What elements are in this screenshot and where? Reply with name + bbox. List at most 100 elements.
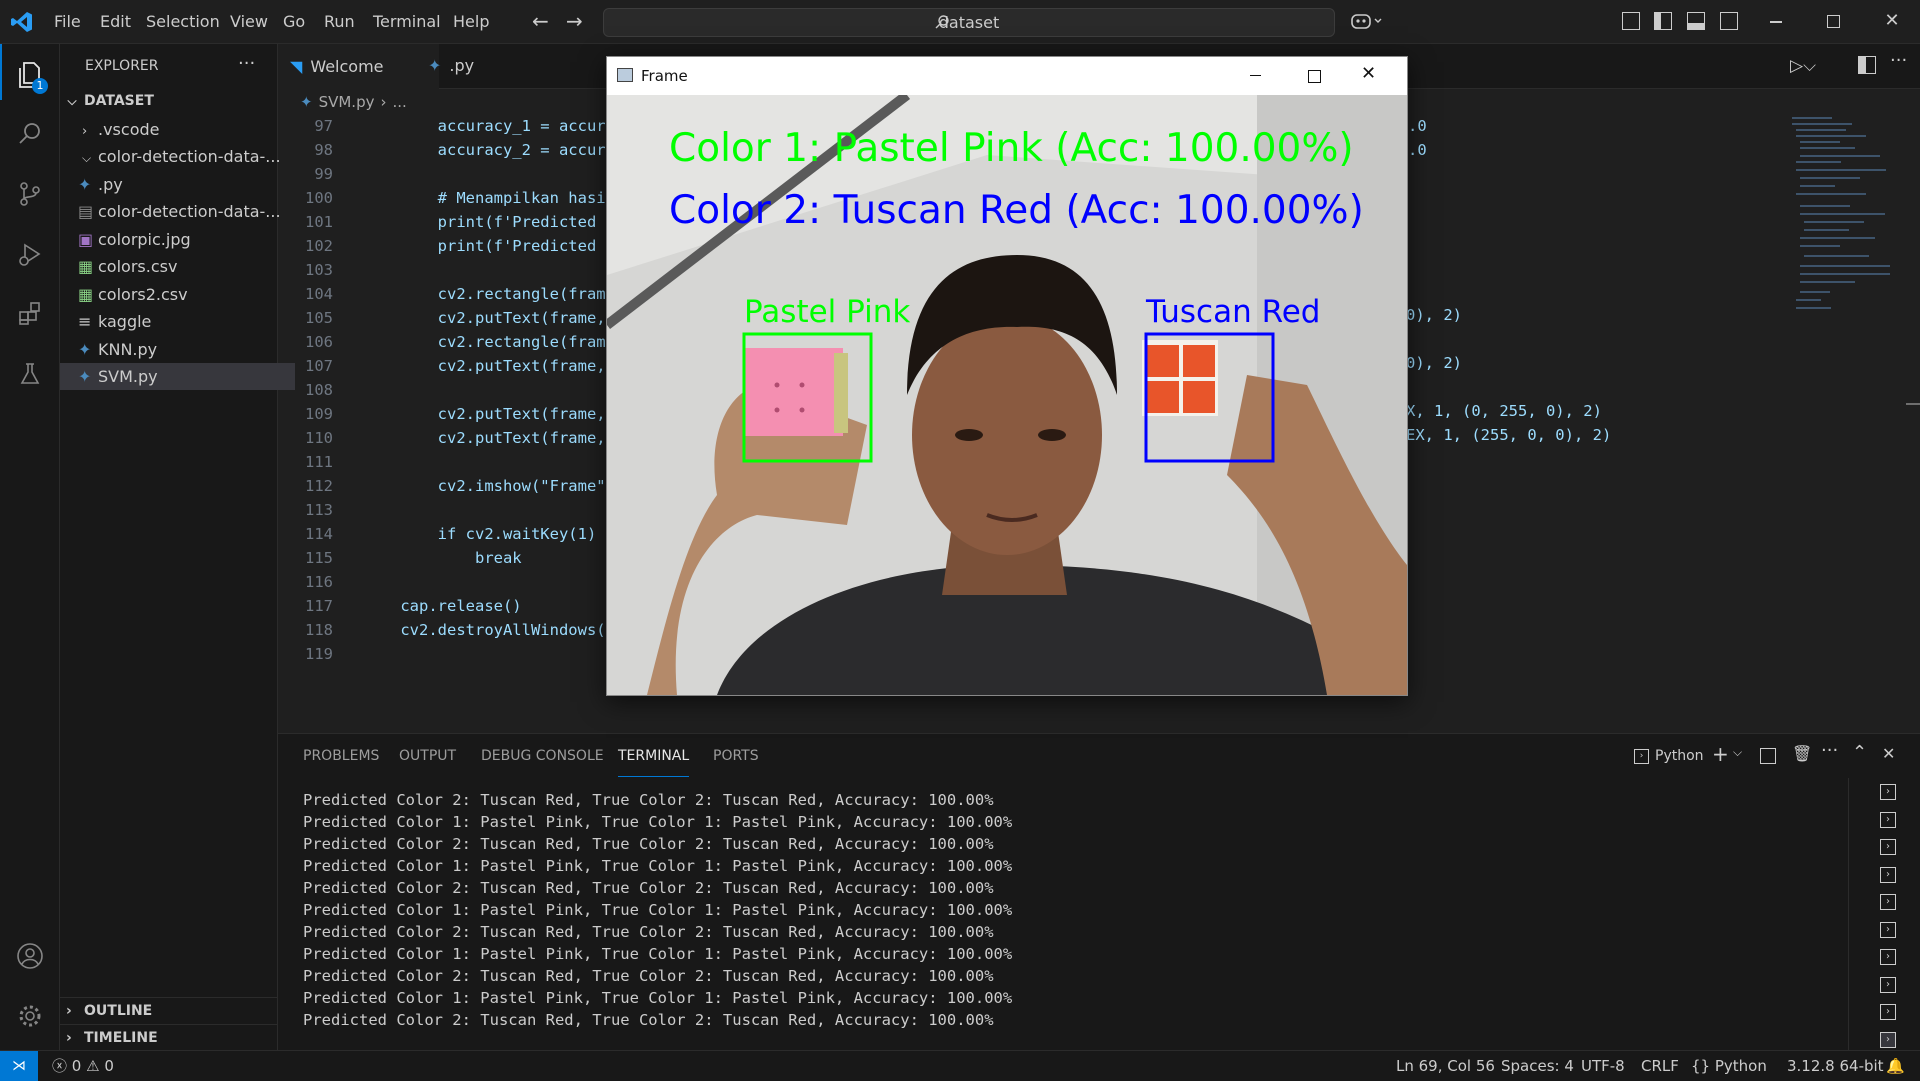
terminal-instance-icon[interactable]: › [1880, 976, 1896, 993]
more-actions-icon[interactable]: ··· [238, 44, 255, 88]
accounts-icon[interactable] [0, 928, 59, 984]
tree-item-colors-csv[interactable]: ▦ colors.csv [60, 253, 295, 280]
terminal-icon: › [1634, 748, 1649, 764]
menu-file[interactable]: File [46, 0, 89, 43]
terminal-instance-icon[interactable]: › [1880, 1004, 1896, 1020]
tab-py[interactable]: ✦ .py [416, 44, 570, 88]
minimize-icon[interactable] [1770, 21, 1782, 23]
breadcrumb-symbol[interactable]: ... [392, 93, 406, 111]
source-control-icon[interactable] [0, 166, 59, 222]
customize-layout-icon[interactable] [1622, 12, 1640, 30]
run-python-file-icon[interactable]: ▷⌵ [1790, 54, 1828, 78]
notifications-bell-icon[interactable]: 🔔 [1886, 1051, 1905, 1081]
forward-arrow-icon[interactable]: → [566, 10, 588, 32]
terminal-instance-icon[interactable]: › [1880, 894, 1896, 910]
line-number: 98 [314, 141, 333, 159]
menu-run[interactable]: Run [316, 0, 363, 43]
menu-edit[interactable]: Edit [92, 0, 139, 43]
tab-problems[interactable]: PROBLEMS [303, 734, 379, 778]
toggle-secondary-sidebar-icon[interactable] [1720, 12, 1738, 30]
trash-icon[interactable]: 🗑 [1792, 744, 1812, 763]
remote-indicator-icon[interactable]: ⋊ [0, 1051, 38, 1081]
overlay-text-color-1: Color 1: Pastel Pink (Acc: 100.00%) [669, 126, 1354, 171]
line-number: 111 [305, 453, 333, 471]
python-interpreter[interactable]: 3.12.8 64-bit [1787, 1051, 1884, 1081]
vscode-logo-icon: ◥ [290, 57, 303, 76]
close-window-icon[interactable]: ✕ [1882, 9, 1902, 33]
tab-ports[interactable]: PORTS [713, 734, 759, 778]
tab-terminal[interactable]: TERMINAL [618, 734, 690, 777]
frame-title-bar[interactable]: Frame ✕ [607, 57, 1407, 95]
terminal-shell-selector[interactable]: › Python [1634, 746, 1704, 766]
menu-help[interactable]: Help [445, 0, 497, 43]
tree-item-colorpic[interactable]: ▣ colorpic.jpg [60, 226, 295, 253]
indentation[interactable]: Spaces: 4 [1501, 1051, 1574, 1081]
command-center-search[interactable]: dataset [603, 8, 1335, 37]
extensions-icon[interactable] [0, 286, 59, 342]
cursor-position[interactable]: Ln 69, Col 56 [1396, 1051, 1495, 1081]
tree-item-kaggle[interactable]: ≡ kaggle [60, 308, 295, 335]
maximize-panel-icon[interactable]: ⌃ [1852, 742, 1867, 763]
line-number: 115 [305, 549, 333, 567]
terminal-instance-icon[interactable]: › [1880, 1031, 1896, 1048]
tree-item-folder[interactable]: ⌵ color-detection-data-... [60, 143, 299, 170]
maximize-icon[interactable] [1308, 70, 1321, 83]
minimize-icon[interactable] [1250, 75, 1261, 77]
tab-output[interactable]: OUTPUT [399, 734, 456, 778]
new-terminal-icon[interactable]: + [1712, 742, 1729, 766]
copilot-icon[interactable] [1350, 10, 1386, 32]
tab-welcome[interactable]: ◥ Welcome [278, 44, 439, 89]
terminal-instance-icon[interactable]: › [1880, 811, 1896, 828]
tree-item-svm[interactable]: ✦ SVM.py [60, 363, 295, 390]
search-view-icon[interactable] [0, 106, 59, 162]
problems-status[interactable]: ⓧ 0 ⚠ 0 [52, 1051, 114, 1081]
tree-item-py[interactable]: ✦ .py [60, 171, 295, 198]
tree-item-knn[interactable]: ✦ KNN.py [60, 336, 295, 363]
language-mode[interactable]: {} Python [1691, 1051, 1767, 1081]
close-icon[interactable]: ✕ [1361, 63, 1376, 84]
terminal-instance-icon[interactable]: › [1880, 784, 1896, 800]
code-fragment: .0 [1408, 117, 1427, 135]
terminal-line: Predicted Color 1: Pastel Pink, True Col… [303, 813, 1013, 831]
menu-go[interactable]: Go [275, 0, 313, 43]
explorer-icon[interactable]: 1 [0, 46, 59, 102]
tree-item-label: color-detection-data-... [98, 202, 281, 221]
close-panel-icon[interactable]: ✕ [1882, 744, 1895, 763]
terminal-instance-icon[interactable]: › [1880, 921, 1896, 938]
chevron-down-icon[interactable]: ⌵ [1733, 745, 1742, 760]
minimap[interactable] [1790, 115, 1900, 355]
tree-item-file[interactable]: ▤ color-detection-data-... [60, 198, 295, 225]
menu-terminal[interactable]: Terminal [365, 0, 449, 43]
toggle-panel-icon[interactable] [1687, 12, 1705, 30]
terminal-instance-icon[interactable]: › [1880, 839, 1896, 855]
split-editor-icon[interactable] [1858, 56, 1876, 74]
line-number: 101 [305, 213, 333, 231]
breadcrumb-file[interactable]: SVM.py [319, 93, 375, 111]
timeline-section[interactable]: › TIMELINE [60, 1025, 283, 1052]
menu-view[interactable]: View [222, 0, 276, 43]
more-actions-icon[interactable]: ··· [1821, 740, 1838, 761]
encoding[interactable]: UTF-8 [1581, 1051, 1625, 1081]
workspace-root[interactable]: ⌵ DATASET [60, 88, 277, 115]
terminal-line: Predicted Color 2: Tuscan Red, True Colo… [303, 923, 994, 941]
terminal-instance-icon[interactable]: › [1880, 949, 1896, 965]
line-ending[interactable]: CRLF [1641, 1051, 1679, 1081]
back-arrow-icon[interactable]: ← [532, 10, 554, 32]
testing-icon[interactable] [0, 346, 59, 402]
toggle-sidebar-icon[interactable] [1654, 12, 1672, 30]
restore-icon[interactable] [1827, 15, 1840, 28]
run-debug-icon[interactable] [0, 226, 59, 282]
tree-item-vscode[interactable]: › .vscode [60, 116, 299, 143]
text-file-icon: ≡ [78, 312, 92, 331]
split-terminal-icon[interactable] [1760, 748, 1776, 764]
terminal-instance-icon[interactable]: › [1880, 866, 1896, 883]
code-fragment: X, 1, (0, 255, 0), 2) [1406, 402, 1602, 420]
code-line: cv2.putText(frame, f' [363, 357, 634, 375]
tree-item-colors2-csv[interactable]: ▦ colors2.csv [60, 281, 295, 308]
tab-debug-console[interactable]: DEBUG CONSOLE [481, 734, 604, 778]
menu-selection[interactable]: Selection [138, 0, 228, 43]
outline-section[interactable]: › OUTLINE [60, 998, 283, 1025]
frame-window[interactable]: Frame ✕ Color 1: Pastel Pink (Acc: 100.0… [606, 56, 1408, 696]
more-actions-icon[interactable]: ··· [1890, 50, 1907, 71]
settings-gear-icon[interactable] [0, 988, 59, 1044]
